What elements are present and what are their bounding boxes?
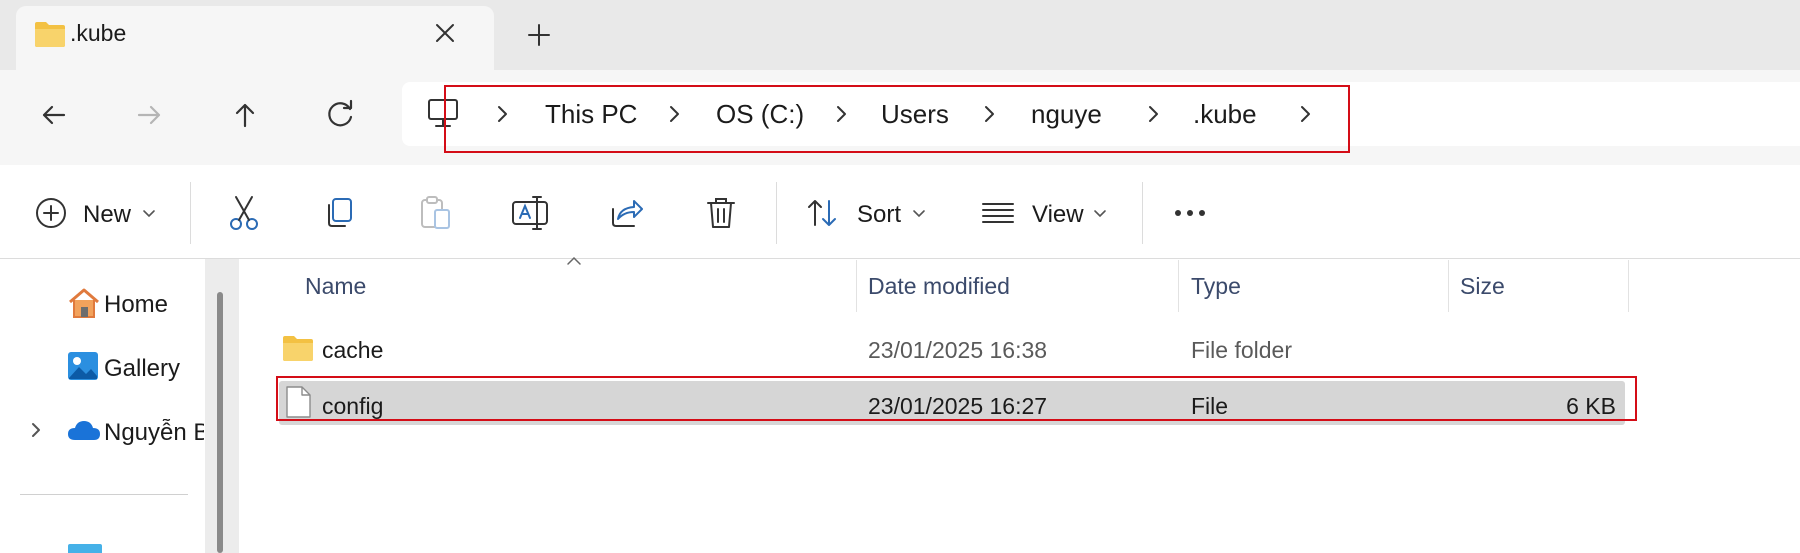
column-header-size[interactable]: Size [1460,273,1505,300]
column-divider[interactable] [856,260,857,312]
toolbar-divider [1142,182,1143,244]
copy-icon[interactable] [318,191,362,235]
column-header-name[interactable]: Name [305,273,366,300]
chevron-right-icon[interactable] [26,418,46,442]
column-header-type[interactable]: Type [1191,273,1241,300]
onedrive-cloud-icon [66,418,102,442]
desktop-icon [68,544,102,553]
chevron-right-icon[interactable] [1141,102,1165,126]
file-type: File folder [1191,337,1292,363]
sidebar-divider [20,494,188,495]
plus-icon[interactable] [522,18,556,52]
file-size: 6 KB [1566,393,1616,419]
paste-icon[interactable] [413,191,457,235]
sidebar-item-home[interactable]: Home [104,291,168,319]
home-icon [66,286,102,320]
chevron-right-icon[interactable] [662,102,686,126]
file-date: 23/01/2025 16:27 [868,393,1048,419]
folder-icon [282,334,314,362]
column-divider[interactable] [1628,260,1629,312]
rename-icon[interactable] [508,191,552,235]
scrollbar-thumb[interactable] [217,292,223,553]
navigation-pane [0,259,204,553]
folder-icon [34,20,66,48]
refresh-icon[interactable] [320,95,360,135]
view-list-icon[interactable] [980,198,1016,228]
new-button[interactable]: New [83,201,131,229]
view-button[interactable]: View [1032,201,1084,229]
chevron-right-icon[interactable] [1293,102,1317,126]
sort-button[interactable]: Sort [857,201,901,229]
breadcrumb-os-c[interactable]: OS (C:) [716,99,804,130]
arrow-up-icon[interactable] [225,95,265,135]
plus-circle-icon[interactable] [34,196,68,230]
column-divider[interactable] [1448,260,1449,312]
sort-icon[interactable] [804,195,840,231]
sidebar-item-gallery[interactable]: Gallery [104,355,180,383]
share-icon[interactable] [604,191,648,235]
file-name[interactable]: config [322,393,383,420]
chevron-down-icon[interactable] [1092,205,1108,221]
column-divider[interactable] [1178,260,1179,312]
breadcrumb-users[interactable]: Users [881,99,949,130]
chevron-right-icon[interactable] [829,102,853,126]
cut-icon[interactable] [222,191,266,235]
breadcrumb-this-pc[interactable]: This PC [545,99,637,130]
chevron-right-icon[interactable] [490,102,514,126]
chevron-down-icon[interactable] [911,205,927,221]
breadcrumb-kube[interactable]: .kube [1193,99,1257,130]
toolbar-divider [776,182,777,244]
computer-icon[interactable] [426,96,460,130]
close-icon[interactable] [428,16,462,50]
chevron-down-icon[interactable] [141,205,157,221]
file-date: 23/01/2025 16:38 [868,337,1048,363]
tab-title: .kube [70,20,127,46]
column-header-date-modified[interactable]: Date modified [868,273,1010,300]
arrow-left-icon[interactable] [34,95,74,135]
file-icon [285,386,311,418]
gallery-icon [66,350,100,384]
toolbar-divider [190,182,191,244]
delete-icon[interactable] [699,191,743,235]
sidebar-item-onedrive[interactable]: Nguyễn B [104,419,204,447]
file-name[interactable]: cache [322,337,383,364]
chevron-right-icon[interactable] [977,102,1001,126]
more-icon[interactable] [1170,198,1210,228]
sort-ascending-icon [566,256,582,266]
file-type: File [1191,393,1229,419]
breadcrumb-nguye[interactable]: nguye [1031,99,1102,130]
arrow-right-icon[interactable] [129,95,169,135]
